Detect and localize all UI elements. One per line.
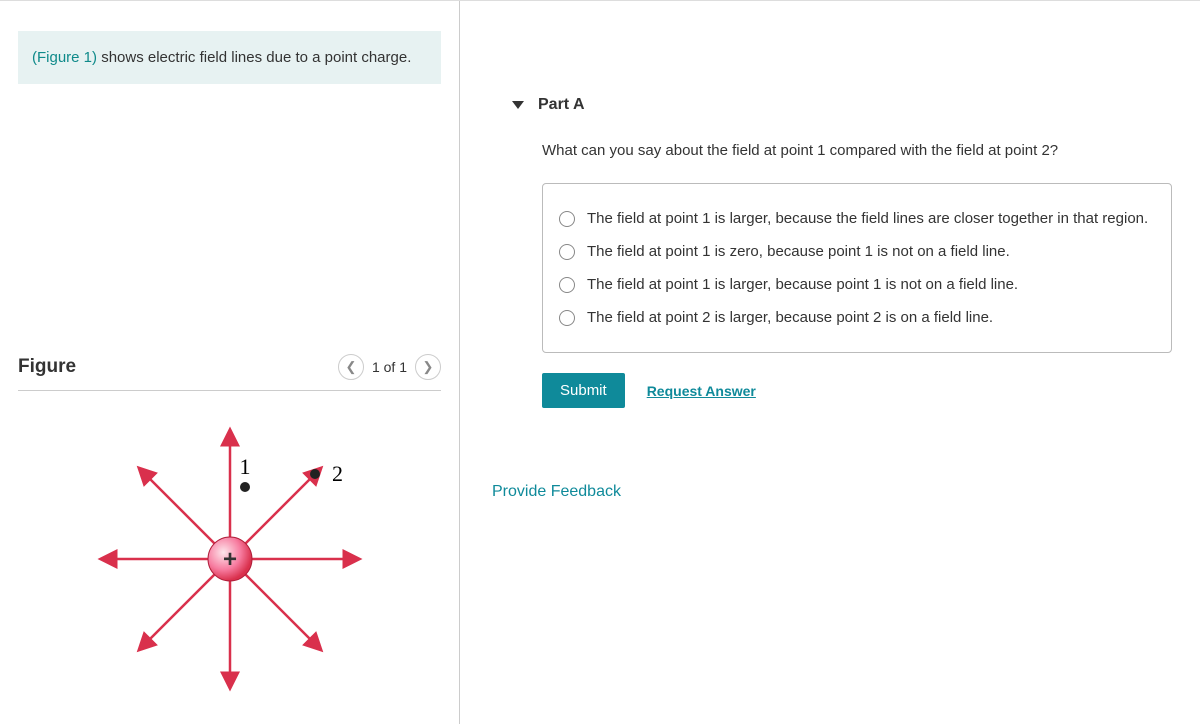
center-charge-label: + bbox=[222, 546, 236, 573]
field-lines-diagram: + 1 2 bbox=[80, 409, 380, 709]
problem-intro: (Figure 1) shows electric field lines du… bbox=[18, 31, 441, 84]
option-row[interactable]: The field at point 2 is larger, because … bbox=[559, 301, 1155, 334]
collapse-toggle-icon[interactable] bbox=[512, 101, 524, 109]
option-row[interactable]: The field at point 1 is larger, because … bbox=[559, 202, 1155, 235]
radio-button[interactable] bbox=[559, 244, 575, 260]
figure-next-button[interactable]: ❯ bbox=[415, 354, 441, 380]
option-row[interactable]: The field at point 1 is larger, because … bbox=[559, 268, 1155, 301]
answer-options: The field at point 1 is larger, because … bbox=[542, 183, 1172, 353]
figure-counter: 1 of 1 bbox=[372, 359, 407, 375]
submit-button[interactable]: Submit bbox=[542, 373, 625, 408]
chevron-left-icon: ❮ bbox=[346, 359, 357, 375]
radio-button[interactable] bbox=[559, 310, 575, 326]
part-title: Part A bbox=[538, 96, 585, 114]
option-row[interactable]: The field at point 1 is zero, because po… bbox=[559, 235, 1155, 268]
point1-label: 1 bbox=[239, 454, 250, 479]
figure-title: Figure bbox=[18, 356, 76, 378]
request-answer-link[interactable]: Request Answer bbox=[647, 383, 756, 399]
option-label: The field at point 1 is larger, because … bbox=[587, 276, 1018, 293]
option-label: The field at point 1 is zero, because po… bbox=[587, 243, 1010, 260]
option-label: The field at point 1 is larger, because … bbox=[587, 210, 1148, 227]
option-label: The field at point 2 is larger, because … bbox=[587, 309, 993, 326]
intro-text: shows electric field lines due to a poin… bbox=[97, 49, 411, 66]
chevron-right-icon: ❯ bbox=[423, 359, 434, 375]
point2-label: 2 bbox=[332, 461, 343, 486]
figure-prev-button[interactable]: ❮ bbox=[338, 354, 364, 380]
question-text: What can you say about the field at poin… bbox=[542, 142, 1190, 159]
radio-button[interactable] bbox=[559, 277, 575, 293]
provide-feedback-link[interactable]: Provide Feedback bbox=[492, 483, 621, 501]
figure-reference-link[interactable]: (Figure 1) bbox=[32, 49, 97, 66]
radio-button[interactable] bbox=[559, 211, 575, 227]
